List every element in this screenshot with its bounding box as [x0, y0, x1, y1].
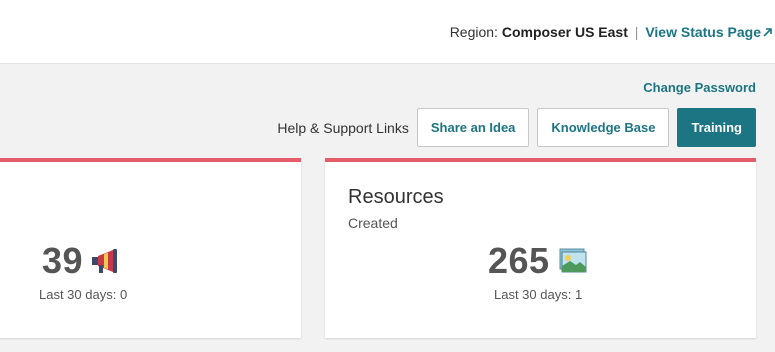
- knowledge-base-button[interactable]: Knowledge Base: [537, 108, 670, 147]
- stat-value: 265: [488, 240, 550, 281]
- view-status-page-link[interactable]: View Status Page: [645, 24, 772, 40]
- help-support-label: Help & Support Links: [277, 119, 409, 136]
- change-password-link[interactable]: Change Password: [643, 80, 756, 95]
- help-support-links: Help & Support Links Share an Idea Knowl…: [277, 108, 756, 147]
- share-an-idea-button[interactable]: Share an Idea: [416, 108, 530, 147]
- stat-value: 39: [42, 240, 84, 281]
- training-button[interactable]: Training: [677, 108, 756, 147]
- last-30-days: Last 30 days: 0: [39, 287, 128, 302]
- resources-card: Resources Created 265 Last 30 days: 1: [325, 158, 756, 338]
- view-status-page-label: View Status Page: [645, 24, 761, 40]
- top-bar: Region: Composer US East | View Status P…: [0, 0, 775, 64]
- card-subtitle: Created: [348, 215, 398, 231]
- stat-value-row: 39: [42, 240, 125, 282]
- region-value: Composer US East: [501, 24, 628, 40]
- region-label: Region:: [449, 24, 498, 40]
- external-link-icon: [763, 28, 772, 40]
- last-30-days: Last 30 days: 1: [494, 287, 583, 302]
- megaphone-icon: [91, 248, 125, 274]
- separator: |: [634, 24, 639, 40]
- region-info: Region: Composer US East | View Status P…: [450, 24, 772, 40]
- card-title: Resources: [348, 186, 444, 208]
- stat-card: 39 Last 30 days: 0: [0, 158, 301, 338]
- picture-icon: [558, 248, 588, 274]
- stat-value-row: 265: [488, 240, 588, 282]
